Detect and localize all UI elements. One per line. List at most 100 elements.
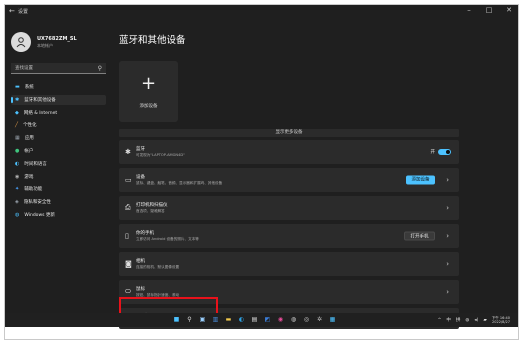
sidebar-item[interactable]: ◆ 网络 & Internet (11, 108, 106, 118)
card-title: 蓝牙 (136, 147, 145, 152)
app-icon[interactable]: ◩ (263, 315, 272, 324)
wifi-icon: ◆ (15, 109, 19, 116)
bluetooth-toggle[interactable] (438, 149, 451, 155)
bluetooth-icon: ✱ (125, 148, 131, 156)
sidebar-item[interactable]: ✱ 蓝牙和其他设备 (11, 94, 106, 105)
card-title: 打印机和扫描仪 (136, 203, 168, 208)
devices-icon: ▭ (125, 176, 132, 184)
shield-icon: ◈ (15, 199, 19, 206)
tray-overflow-icon[interactable]: ^ (438, 318, 442, 323)
plus-icon: + (141, 73, 157, 94)
app-icon[interactable]: ◎ (302, 315, 311, 324)
clock[interactable]: 下午 16:40 2022/8/27 (492, 316, 510, 324)
store-icon[interactable]: ▤ (250, 315, 259, 324)
user-profile[interactable]: UX7682ZM_SL 本地帐户 (11, 32, 77, 52)
search-placeholder: 查找设置 (15, 66, 33, 71)
add-device-tile[interactable]: + 添加设备 (119, 61, 178, 122)
sidebar-item[interactable]: ◈ 隐私和安全性 (11, 197, 106, 207)
settings-card[interactable]: ✱ 蓝牙 可发现为"LAPTOP-AMGN4D" 开 (119, 140, 459, 164)
sidebar-item-label: Windows 更新 (24, 212, 55, 218)
printer-icon: ⎙ (125, 203, 131, 212)
card-subtitle: 可发现为"LAPTOP-AMGN4D" (136, 152, 185, 157)
minimize-button[interactable]: – (464, 6, 474, 14)
taskbar-apps: ■ ⚲ ▣ ▥ ▬ ◐ ▤ ◩ ◉ ◍ ◎ ✲ ▦ (172, 315, 337, 324)
sidebar-item-label: 帐户 (24, 148, 34, 154)
page-title: 蓝牙和其他设备 (119, 35, 186, 46)
back-arrow-icon[interactable]: ← (9, 7, 15, 15)
person-icon: ● (15, 147, 20, 154)
globe-icon: ◐ (15, 160, 20, 167)
start-icon[interactable]: ■ (172, 315, 181, 324)
sidebar-item[interactable]: ✦ 辅助功能 (11, 184, 106, 194)
search-icon[interactable]: ⚲ (185, 315, 194, 324)
card-title: 鼠标 (136, 287, 145, 292)
file-explorer-icon[interactable]: ▬ (224, 315, 233, 324)
show-more-devices-button[interactable]: 显示更多设备 (119, 129, 459, 137)
sidebar-item-label: 游戏 (24, 174, 34, 180)
avatar (11, 32, 31, 52)
card-title: 设备 (136, 175, 145, 180)
monitor-icon: ▬ (15, 84, 20, 90)
settings-card[interactable]: ⎙ 打印机和扫描仪 首选项、疑难解答 › (119, 196, 459, 220)
taskbar: ■ ⚲ ▣ ▥ ▬ ◐ ▤ ◩ ◉ ◍ ◎ ✲ ▦ ^ 中 拼 ◍ ◂) ▰ 下… (5, 313, 518, 327)
sidebar-item-label: 时间和语言 (24, 161, 47, 167)
settings-gear-icon[interactable]: ✲ (315, 315, 324, 324)
task-view-icon[interactable]: ▣ (198, 315, 207, 324)
mouse-icon: ⬭ (125, 287, 131, 296)
add-device-button[interactable]: 添加设备 (406, 175, 435, 185)
user-account-type: 本地帐户 (37, 42, 53, 48)
sidebar-item[interactable]: ╱ 个性化 (11, 120, 106, 130)
title-bar: ← 设置 – □ ✕ (5, 5, 518, 19)
search-input[interactable]: 查找设置 ⚲ (11, 63, 106, 74)
add-device-label: 添加设备 (139, 104, 158, 109)
volume-icon[interactable]: ◂) (474, 318, 478, 323)
settings-window: ← 设置 – □ ✕ UX7682ZM_SL 本地帐户 查找设置 ⚲ ▬ 系统 … (5, 5, 518, 329)
chevron-right-icon: › (446, 288, 449, 296)
ime-indicator[interactable]: 拼 (456, 317, 461, 323)
user-name: UX7682ZM_SL (37, 35, 77, 42)
sidebar-item[interactable]: ◉ 游戏 (11, 172, 106, 182)
input-indicator[interactable]: 中 (446, 317, 451, 323)
settings-card[interactable]: ▭ 设备 鼠标、键盘、触笔、音频、显示器和扩展坞、其他设备 添加设备 › (119, 168, 459, 192)
battery-icon[interactable]: ▰ (483, 318, 486, 323)
settings-card[interactable]: ▯ 你的手机 立即访问 Android 设备的照片、文本等 打开手机 › (119, 224, 459, 248)
update-icon: ◍ (15, 211, 20, 218)
widgets-icon[interactable]: ▥ (211, 315, 220, 324)
settings-card[interactable]: ◙ 相机 连接的相机、默认图像设置 › (119, 252, 459, 276)
sidebar-item-label: 系统 (24, 85, 34, 90)
chevron-right-icon: › (446, 204, 449, 212)
close-button[interactable]: ✕ (504, 6, 514, 14)
card-subtitle: 立即访问 Android 设备的照片、文本等 (136, 236, 199, 241)
chevron-right-icon: › (446, 232, 449, 240)
sidebar: UX7682ZM_SL 本地帐户 查找设置 ⚲ ▬ 系统 ✱ 蓝牙和其他设备 ◆ 网络 &… (5, 19, 108, 313)
sidebar-item[interactable]: ● 帐户 (11, 146, 106, 156)
app-icon[interactable]: ▦ (328, 315, 337, 324)
sidebar-item[interactable]: ◐ 时间和语言 (11, 159, 106, 169)
card-subtitle: 连接的相机、默认图像设置 (136, 264, 180, 269)
open-phone-button[interactable]: 打开手机 (404, 231, 435, 241)
bluetooth-icon: ✱ (15, 96, 20, 103)
card-subtitle: 鼠标、键盘、触笔、音频、显示器和扩展坞、其他设备 (136, 180, 223, 185)
brush-icon: ╱ (15, 122, 19, 129)
sidebar-item[interactable]: ▦ 应用 (11, 133, 106, 143)
sidebar-item[interactable]: ▬ 系统 (11, 82, 106, 92)
app-icon[interactable]: ◍ (289, 315, 298, 324)
sidebar-item-label: 个性化 (23, 123, 37, 129)
main-content: 蓝牙和其他设备 + 添加设备 显示更多设备 ✱ 蓝牙 可发现为"LAPTOP-AMG… (115, 19, 518, 329)
app-icon[interactable]: ◉ (276, 315, 285, 324)
sidebar-item-label: 隐私和安全性 (23, 200, 51, 206)
sidebar-item-label: 应用 (24, 136, 34, 142)
screenshot-frame: ← 设置 – □ ✕ UX7682ZM_SL 本地帐户 查找设置 ⚲ ▬ 系统 … (4, 4, 519, 340)
maximize-button[interactable]: □ (484, 6, 494, 14)
card-subtitle: 首选项、疑难解答 (136, 208, 165, 213)
edge-icon[interactable]: ◐ (237, 315, 246, 324)
sidebar-item-label: 网络 & Internet (23, 110, 58, 116)
window-controls: – □ ✕ (464, 6, 514, 14)
window-title: 设置 (18, 9, 29, 15)
network-icon[interactable]: ◍ (465, 318, 469, 323)
camera-icon: ◙ (125, 260, 132, 268)
sidebar-item[interactable]: ◍ Windows 更新 (11, 210, 106, 220)
sidebar-nav: ▬ 系统 ✱ 蓝牙和其他设备 ◆ 网络 & Internet ╱ 个性化 ▦ 应用 ● 帐户 ◐ 时间和语… (11, 82, 106, 223)
toggle-state-label: 开 (430, 150, 436, 155)
person-icon (16, 37, 26, 48)
